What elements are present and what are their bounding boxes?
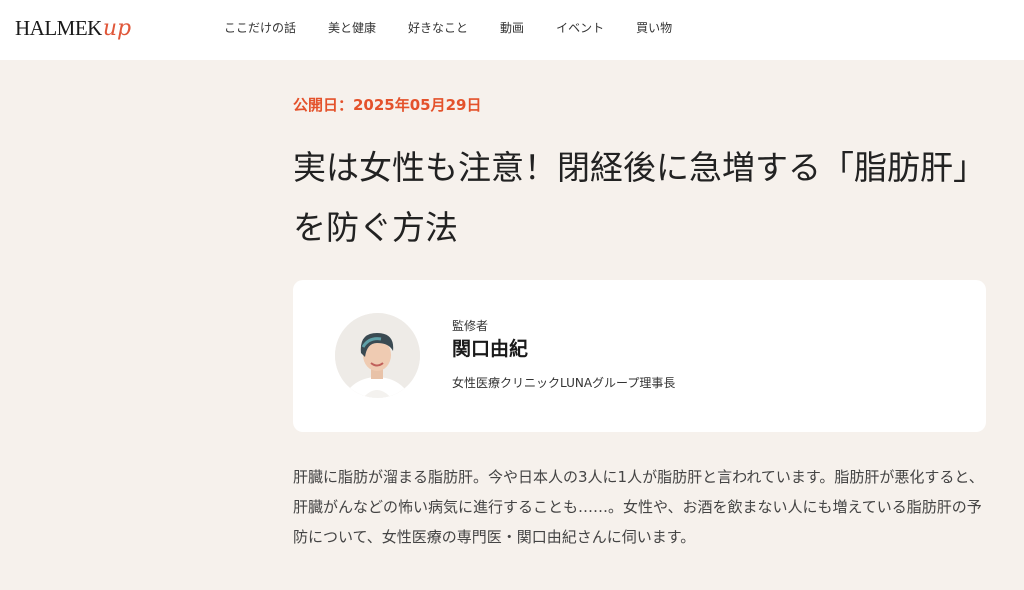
nav-item-beauty-health[interactable]: 美と健康 [328,20,376,36]
supervisor-role: 女性医療クリニックLUNAグループ理事長 [452,376,676,390]
site-header: HALMEK up ここだけの話 美と健康 好きなこと 動画 イベント 買い物 [0,0,1024,60]
nav-item-story[interactable]: ここだけの話 [224,20,296,36]
supervisor-avatar [335,313,420,398]
nav-item-videos[interactable]: 動画 [500,20,524,36]
publish-date: 公開日：2025年05月29日 [293,96,482,114]
main-nav: ここだけの話 美と健康 好きなこと 動画 イベント 買い物 [224,20,704,36]
nav-item-hobbies[interactable]: 好きなこと [408,20,468,36]
nav-item-shopping[interactable]: 買い物 [636,20,672,36]
nav-item-events[interactable]: イベント [556,20,604,36]
supervisor-name: 関口由紀 [452,338,529,360]
supervisor-label: 監修者 [452,319,489,333]
article-lead: 肝臓に脂肪が溜まる脂肪肝。今や日本人の3人に1人が脂肪肝と言われています。脂肪肝… [293,468,984,546]
article-title: 実は女性も注意！閉経後に急増する「脂肪肝」を防ぐ方法 [293,148,970,247]
supervisor-card: 監修者 関口由紀 女性医療クリニックLUNAグループ理事長 [293,280,986,432]
logo-wordmark: HALMEK [15,16,102,40]
avatar-portrait-icon [335,313,420,398]
site-logo[interactable]: HALMEK up [15,16,131,44]
logo-accent: up [102,16,132,41]
